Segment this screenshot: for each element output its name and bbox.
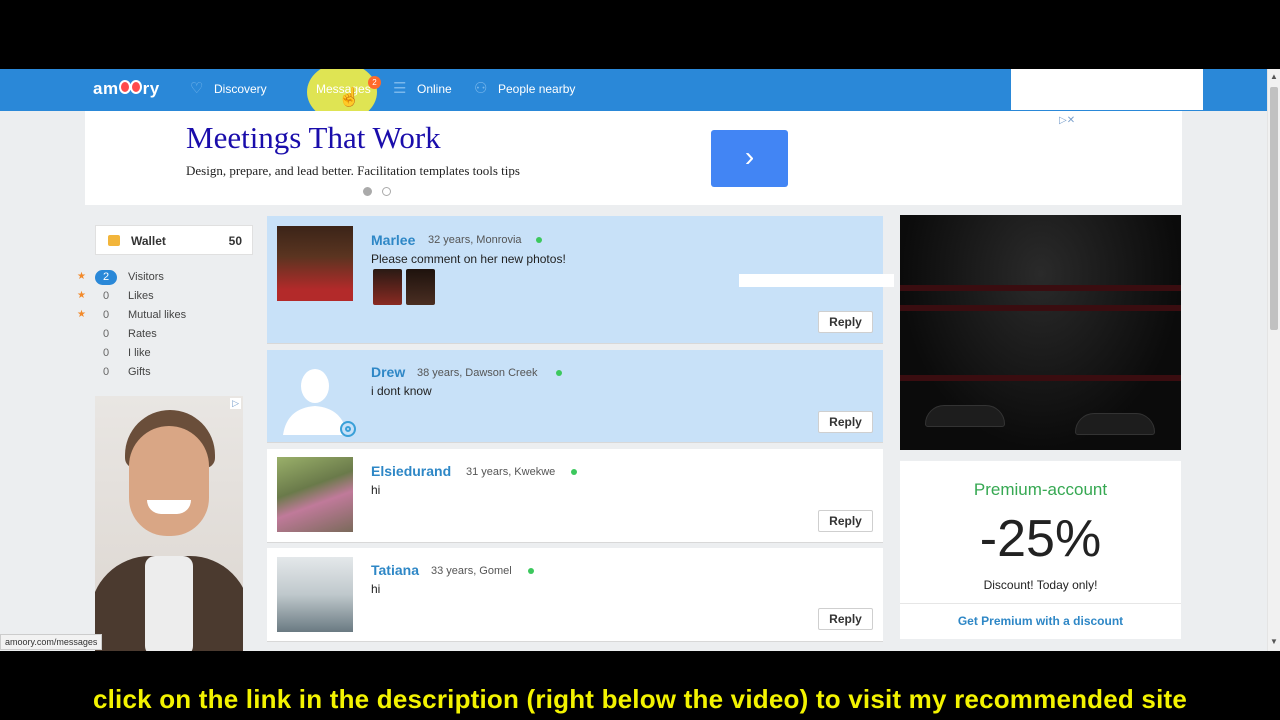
reply-button[interactable]: Reply <box>818 311 873 333</box>
message-card[interactable]: Drew 38 years, Dawson Creek i dont know … <box>267 350 883 443</box>
stat-label: I like <box>128 347 151 359</box>
sender-meta: 31 years, Kwekwe <box>466 466 556 478</box>
top-nav: am ry ♡ Discovery Messages 2 ☝ ☰ Online ⚇… <box>0 69 1267 121</box>
sender-name[interactable]: Tatiana <box>371 562 419 578</box>
nav-online-label: Online <box>417 82 452 96</box>
sender-name[interactable]: Marlee <box>371 232 415 248</box>
stat-count: 0 <box>102 347 110 359</box>
premium-title: Premium-account <box>973 480 1108 499</box>
loading-spinner-icon <box>340 421 356 437</box>
nav-discovery[interactable]: ♡ Discovery <box>190 80 267 97</box>
stat-label: Likes <box>128 290 154 302</box>
stat-count: 0 <box>102 328 110 340</box>
stat-label: Mutual likes <box>128 309 187 321</box>
message-text: hi <box>371 483 381 497</box>
messages-count-badge: 2 <box>368 76 381 89</box>
ad-face <box>129 426 209 536</box>
status-bar-url: amoory.com/messages <box>0 634 103 650</box>
reply-button[interactable]: Reply <box>818 608 873 630</box>
video-ad[interactable] <box>900 215 1181 450</box>
photo-thumbnail[interactable] <box>373 269 402 305</box>
online-status-icon <box>536 237 542 243</box>
stat-count: 0 <box>102 290 110 302</box>
wallet-label: Wallet <box>131 234 166 248</box>
star-icon: ★ <box>77 309 86 320</box>
nav-people-nearby[interactable]: ⚇ People nearby <box>474 80 576 97</box>
heart-icon: ♡ <box>190 80 204 97</box>
avatar[interactable] <box>277 226 353 301</box>
get-premium-link[interactable]: Get Premium with a discount <box>900 614 1181 628</box>
ad-carousel-dot[interactable] <box>382 187 391 196</box>
wallet-icon <box>108 235 120 246</box>
message-text: i dont know <box>371 384 432 398</box>
ad-choices-icon[interactable]: ▷✕ <box>1059 115 1075 126</box>
sender-meta: 32 years, Monrovia <box>428 234 522 246</box>
avatar[interactable] <box>277 457 353 532</box>
people-icon: ⚇ <box>474 80 488 97</box>
sender-name[interactable]: Drew <box>371 364 405 380</box>
ad-banner[interactable]: Meetings That Work Design, prepare, and … <box>85 111 1182 205</box>
list-icon: ☰ <box>393 80 407 97</box>
logo-eyes-icon <box>118 80 143 96</box>
stat-label: Visitors <box>128 271 164 283</box>
amoory-logo[interactable]: am ry <box>93 79 160 99</box>
ad-band <box>900 285 1181 291</box>
ad-shirt <box>145 556 193 651</box>
reply-button[interactable]: Reply <box>818 510 873 532</box>
photo-thumbnail[interactable] <box>406 269 435 305</box>
nav-people-nearby-label: People nearby <box>498 82 576 96</box>
ad-arrow-button[interactable]: › <box>711 130 788 187</box>
car-shape <box>925 405 1005 427</box>
online-status-icon <box>528 568 534 574</box>
online-status-icon <box>556 370 562 376</box>
sender-meta: 38 years, Dawson Creek <box>417 367 538 379</box>
premium-discount: -25% <box>979 510 1102 568</box>
ad-carousel-dot[interactable] <box>363 187 372 196</box>
scroll-down-icon[interactable]: ▼ <box>1270 637 1278 646</box>
wallet-balance: 50 <box>228 234 242 248</box>
portrait-ad[interactable]: ▷ <box>95 396 243 651</box>
nav-discovery-label: Discovery <box>214 82 267 96</box>
star-icon: ★ <box>77 271 86 282</box>
nav-search-box[interactable] <box>1011 69 1203 110</box>
message-card[interactable]: Elsiedurand 31 years, Kwekwe hi Reply <box>267 449 883 543</box>
sender-name[interactable]: Elsiedurand <box>371 463 451 479</box>
star-icon: ★ <box>77 290 86 301</box>
stat-label: Rates <box>128 328 157 340</box>
browser-viewport: am ry ♡ Discovery Messages 2 ☝ ☰ Online ⚇… <box>0 69 1280 651</box>
message-text: Please comment on her new photos! <box>371 252 566 266</box>
video-caption: click on the link in the description (ri… <box>92 684 1188 714</box>
message-text: hi <box>371 582 381 596</box>
page-scrollbar[interactable]: ▲ ▼ <box>1267 69 1280 651</box>
ad-description: Design, prepare, and lead better. Facili… <box>186 163 520 178</box>
divider <box>900 603 1181 604</box>
car-shape <box>1075 413 1155 435</box>
nav-online[interactable]: ☰ Online <box>393 80 452 97</box>
chat-icon <box>292 82 309 96</box>
stat-count: 0 <box>102 309 110 321</box>
stat-count: 0 <box>102 366 110 378</box>
wallet-box[interactable]: Wallet 50 <box>95 225 253 255</box>
premium-offer: Premium-account -25% Discount! Today onl… <box>900 461 1181 639</box>
ad-band <box>900 305 1181 311</box>
online-status-icon <box>571 469 577 475</box>
ad-choices-icon[interactable]: ▷ <box>230 398 241 409</box>
sender-meta: 33 years, Gomel <box>431 565 512 577</box>
overlay-strip <box>739 274 894 287</box>
reply-button[interactable]: Reply <box>818 411 873 433</box>
avatar[interactable] <box>277 557 353 632</box>
hand-cursor-icon: ☝ <box>338 87 361 107</box>
scroll-up-icon[interactable]: ▲ <box>1270 72 1278 81</box>
premium-subtitle: Discount! Today only! <box>983 578 1098 592</box>
stat-label: Gifts <box>128 366 151 378</box>
video-frame: am ry ♡ Discovery Messages 2 ☝ ☰ Online ⚇… <box>0 0 1280 720</box>
message-card[interactable]: Tatiana 33 years, Gomel hi Reply <box>267 548 883 642</box>
stat-count: 2 <box>95 270 117 285</box>
ad-title[interactable]: Meetings That Work <box>186 120 441 156</box>
scrollbar-thumb[interactable] <box>1270 87 1278 330</box>
ad-band <box>900 375 1181 381</box>
